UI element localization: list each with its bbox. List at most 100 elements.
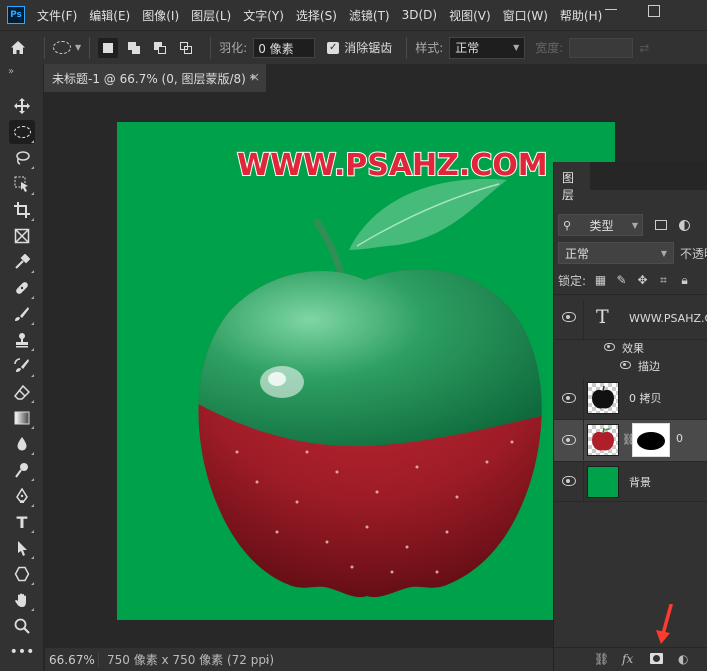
- adjustment-layer-icon[interactable]: ◐: [678, 652, 688, 666]
- path-selection-tool[interactable]: [9, 536, 35, 560]
- add-selection-button[interactable]: [124, 38, 144, 58]
- home-button[interactable]: [0, 40, 36, 55]
- lock-position-icon[interactable]: ✥: [636, 274, 649, 287]
- lasso-tool[interactable]: [9, 146, 35, 170]
- gradient-tool[interactable]: [9, 406, 35, 430]
- tab-layers[interactable]: 图层: [554, 162, 590, 202]
- tools-panel: » T •••: [0, 64, 44, 671]
- visibility-eye-icon[interactable]: [562, 476, 576, 486]
- filter-pixel-icon[interactable]: [655, 220, 667, 230]
- eraser-tool[interactable]: [9, 380, 35, 404]
- menu-window[interactable]: 窗口(W): [503, 7, 548, 24]
- antialias-checkbox[interactable]: ✓: [327, 41, 340, 54]
- link-layers-icon[interactable]: ⛓︎: [594, 652, 609, 666]
- zoom-tool[interactable]: [9, 614, 35, 638]
- menu-type[interactable]: 文字(Y): [243, 7, 284, 24]
- hand-tool[interactable]: [9, 588, 35, 612]
- shape-icon: [14, 566, 30, 582]
- menu-help[interactable]: 帮助(H): [560, 7, 602, 24]
- type-tool[interactable]: T: [9, 510, 35, 534]
- filter-adjustment-icon[interactable]: [679, 219, 690, 231]
- divider: [210, 36, 212, 59]
- shape-tool[interactable]: [9, 562, 35, 586]
- more-tools-button[interactable]: •••: [9, 640, 35, 664]
- brush-tool[interactable]: [9, 302, 35, 326]
- menu-filter[interactable]: 滤镜(T): [349, 7, 390, 24]
- feather-label: 羽化:: [219, 41, 248, 55]
- document-tab[interactable]: 未标题-1 @ 66.7% (0, 图层蒙版/8) * ×: [44, 64, 266, 92]
- blend-mode-select[interactable]: 正常 ▼: [558, 242, 674, 264]
- menu-image[interactable]: 图像(I): [142, 7, 179, 24]
- layer-row-copy[interactable]: 0 拷贝: [554, 378, 707, 420]
- lock-transparent-pixels-icon[interactable]: ▦: [594, 274, 607, 287]
- blur-icon: [17, 437, 27, 451]
- chevron-down-icon: ▼: [660, 248, 667, 258]
- swap-icon[interactable]: ⇄: [639, 41, 649, 55]
- home-icon: [11, 41, 25, 54]
- minimize-icon[interactable]: [605, 9, 617, 10]
- blur-tool[interactable]: [9, 432, 35, 456]
- collapse-icon[interactable]: »: [8, 66, 14, 77]
- eyedropper-tool[interactable]: [9, 250, 35, 274]
- add-mask-icon[interactable]: [650, 653, 663, 667]
- feather-input[interactable]: 0 像素: [253, 37, 316, 58]
- style-select[interactable]: 正常 ▼: [449, 36, 526, 59]
- divider: [406, 36, 408, 59]
- menu-edit[interactable]: 编辑(E): [89, 7, 130, 24]
- visibility-eye-icon[interactable]: [620, 361, 631, 369]
- new-selection-button[interactable]: [98, 37, 119, 58]
- visibility-eye-icon[interactable]: [604, 343, 615, 351]
- lock-all-icon[interactable]: 🔒︎: [678, 274, 691, 287]
- lock-artboard-icon[interactable]: ⌗: [657, 274, 670, 287]
- dodge-tool[interactable]: [9, 458, 35, 482]
- chevron-right-icon[interactable]: ›: [265, 653, 270, 667]
- layer-mask-thumbnail[interactable]: [632, 423, 670, 457]
- menu-file[interactable]: 文件(F): [37, 7, 77, 24]
- intersect-selection-button[interactable]: [176, 38, 196, 58]
- layer-thumbnail: [587, 424, 619, 456]
- clone-stamp-tool[interactable]: [9, 328, 35, 352]
- dodge-icon: [15, 463, 28, 478]
- search-icon: ⚲: [563, 218, 572, 232]
- layers-panel-header: 图层: [554, 162, 707, 202]
- visibility-eye-icon[interactable]: [562, 312, 576, 322]
- elliptical-marquee-tool[interactable]: [9, 120, 35, 144]
- eyedropper-icon: [15, 254, 30, 269]
- divider: [554, 294, 707, 295]
- close-icon[interactable]: ×: [250, 70, 260, 84]
- eraser-icon: [14, 384, 30, 400]
- layer-filter-row: ⚲ 类型 ▼: [558, 214, 690, 236]
- menu-layer[interactable]: 图层(L): [191, 7, 231, 24]
- layer-name: 0 拷贝: [629, 392, 662, 405]
- visibility-eye-icon[interactable]: [562, 435, 576, 445]
- object-selection-tool[interactable]: [9, 172, 35, 196]
- frame-tool[interactable]: [9, 224, 35, 248]
- layer-effects-row[interactable]: 效果: [554, 338, 707, 356]
- maximize-icon[interactable]: [648, 5, 660, 17]
- lock-image-pixels-icon[interactable]: ✎: [615, 274, 628, 287]
- lock-label: 锁定:: [558, 274, 587, 288]
- visibility-eye-icon[interactable]: [562, 393, 576, 403]
- menu-3d[interactable]: 3D(D): [402, 8, 437, 22]
- subtract-selection-button[interactable]: [150, 38, 170, 58]
- fx-icon[interactable]: fx: [622, 652, 633, 666]
- width-input[interactable]: [569, 37, 634, 58]
- add-selection-icon: [128, 41, 141, 54]
- layer-row-masked[interactable]: ⛓︎ 0: [554, 420, 707, 462]
- move-tool[interactable]: [9, 94, 35, 118]
- layer-filter-select[interactable]: ⚲ 类型 ▼: [558, 214, 643, 236]
- zoom-level-field[interactable]: 66.67%: [45, 652, 99, 667]
- history-brush-tool[interactable]: [9, 354, 35, 378]
- crop-tool[interactable]: [9, 198, 35, 222]
- photoshop-logo: Ps: [7, 6, 25, 24]
- document-canvas[interactable]: WWW.PSAHZ.COM: [117, 122, 615, 620]
- lock-row: 锁定: ▦ ✎ ✥ ⌗ 🔒︎: [558, 272, 691, 289]
- layer-effect-stroke-row[interactable]: 描边: [554, 356, 707, 374]
- layer-row-background[interactable]: 背景: [554, 462, 707, 502]
- menu-view[interactable]: 视图(V): [449, 7, 491, 24]
- pen-tool[interactable]: [9, 484, 35, 508]
- menu-select[interactable]: 选择(S): [296, 7, 337, 24]
- tool-preset-picker[interactable]: ▼: [53, 41, 81, 54]
- healing-brush-tool[interactable]: [9, 276, 35, 300]
- layer-row-text[interactable]: T WWW.PSAHZ.COM: [554, 300, 707, 340]
